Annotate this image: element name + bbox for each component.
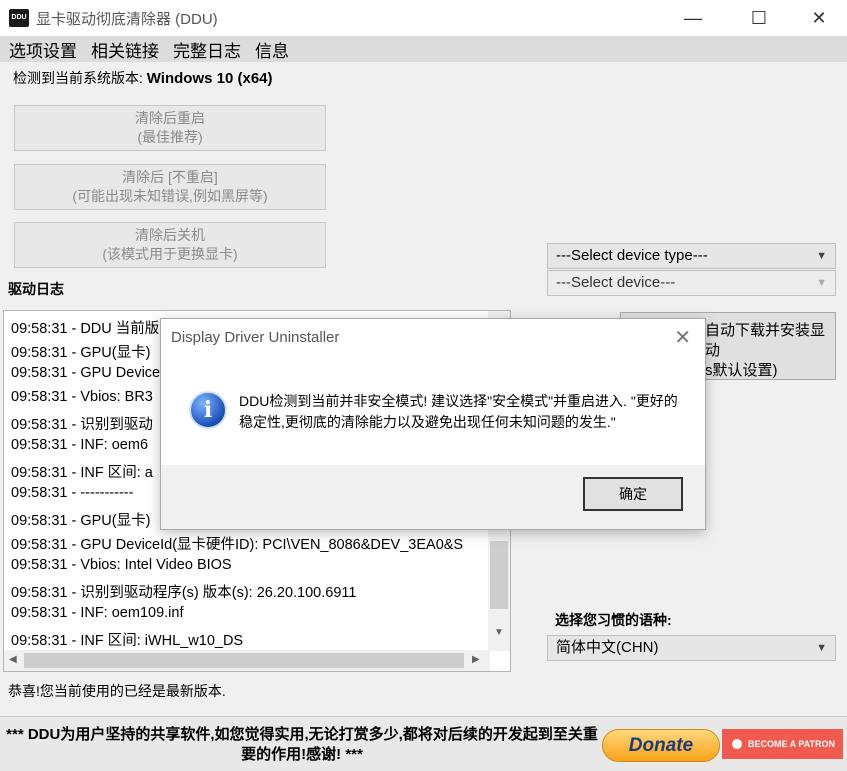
language-select[interactable]: 简体中文(CHN) ▼ [547, 635, 836, 661]
language-select-value: 简体中文(CHN) [556, 639, 659, 656]
log-line: 09:58:31 - 识别到驱动 [11, 417, 153, 433]
info-icon: i [189, 391, 227, 429]
menu-full-log[interactable]: 完整日志 [173, 37, 241, 62]
minimize-button[interactable]: — [670, 0, 716, 36]
donate-button[interactable]: Donate [602, 729, 720, 762]
log-line: 09:58:31 - GPU(显卡) [11, 345, 151, 361]
language-label: 选择您习惯的语种: [555, 612, 672, 628]
log-line: 09:58:31 - INF 区间: iWHL_w10_DS [11, 633, 244, 649]
device-type-select[interactable]: ---Select device type--- ▼ [547, 243, 836, 269]
chevron-down-icon: ▼ [816, 642, 827, 654]
scroll-right-icon[interactable]: ▶ [472, 654, 480, 665]
window-title: 显卡驱动彻底清除器 (DDU) [36, 11, 218, 28]
become-patron-button[interactable]: BECOME A PATRON [722, 729, 843, 759]
system-version-label: 检测到当前系统版本: [13, 70, 147, 86]
log-line: 09:58:31 - INF 区间: a [11, 465, 153, 481]
menu-bar: 选项设置 相关链接 完整日志 信息 [0, 36, 847, 62]
dialog-title: Display Driver Uninstaller [171, 329, 340, 346]
log-line: 09:58:31 - INF: oem109.inf [11, 605, 184, 621]
title-bar: DDU 显卡驱动彻底清除器 (DDU) — ☐ ✕ [0, 0, 847, 36]
maximize-button[interactable]: ☐ [736, 0, 782, 36]
device-select[interactable]: ---Select device--- ▼ [547, 270, 836, 296]
log-line: 09:58:31 - GPU(显卡) [11, 513, 151, 529]
update-status-message: 恭喜!您当前使用的已经是最新版本. [8, 683, 226, 699]
clean-and-restart-label: 清除后重启 [135, 110, 205, 126]
system-version-info: 检测到当前系统版本: Windows 10 (x64) [13, 68, 273, 88]
clean-and-shutdown-note: (该模式用于更换显卡) [102, 246, 238, 262]
clean-no-restart-label: 清除后 [不重启] [122, 169, 218, 185]
log-line: 09:58:31 - GPU DeviceId(显卡硬件ID): PCI\VEN… [11, 537, 464, 553]
driver-log-label: 驱动日志 [8, 281, 64, 297]
log-line: 09:58:31 - INF: oem6 [11, 437, 149, 453]
chevron-down-icon: ▼ [816, 250, 827, 262]
log-line: 09:58:31 - ----------- [11, 485, 134, 501]
clean-no-restart-button[interactable]: 清除后 [不重启] (可能出现未知错误,例如黑屏等) [14, 164, 326, 210]
device-select-value: ---Select device--- [556, 274, 676, 291]
safe-mode-warning-dialog: Display Driver Uninstaller ✕ i DDU检测到当前并… [160, 318, 706, 530]
dialog-footer: 确定 [161, 465, 705, 529]
scroll-left-icon[interactable]: ◀ [9, 654, 17, 665]
ddu-app-icon: DDU [9, 9, 29, 27]
auto-install-label-line2: 动 [705, 342, 721, 359]
patreon-icon [732, 739, 742, 749]
log-line: 09:58:31 - DDU 当前版 [11, 321, 160, 337]
log-line: 09:58:31 - 识别到驱动程序(s) 版本(s): 26.20.100.6… [11, 585, 357, 601]
clean-no-restart-note: (可能出现未知错误,例如黑屏等) [72, 188, 268, 204]
system-version-value: Windows 10 (x64) [146, 70, 273, 87]
auto-install-label-line1: 自动下载并安装显 [705, 322, 826, 339]
support-message: *** DDU为用户坚持的共享软件,如您觉得实用,无论打赏多少,都将对后续的开发… [6, 726, 598, 763]
log-horizontal-scroll-thumb[interactable] [24, 653, 464, 668]
log-line: 09:58:31 - Vbios: BR3 [11, 389, 153, 405]
auto-install-label-line3: s默认设置) [705, 362, 778, 379]
menu-info[interactable]: 信息 [255, 37, 289, 62]
chevron-down-icon: ▼ [816, 277, 827, 289]
log-horizontal-scrollbar[interactable]: ◀ ▶ [4, 650, 490, 671]
log-line: 09:58:31 - GPU Device [11, 365, 161, 381]
log-vertical-scroll-thumb[interactable] [490, 541, 508, 609]
footer: *** DDU为用户坚持的共享软件,如您觉得实用,无论打赏多少,都将对后续的开发… [0, 716, 847, 771]
clean-and-shutdown-label: 清除后关机 [135, 227, 205, 243]
menu-links[interactable]: 相关链接 [91, 37, 159, 62]
become-patron-label: BECOME A PATRON [748, 739, 835, 749]
device-type-select-value: ---Select device type--- [556, 247, 708, 264]
ok-button[interactable]: 确定 [583, 477, 683, 511]
clean-and-restart-button[interactable]: 清除后重启 (最佳推荐) [14, 105, 326, 151]
log-line: 09:58:31 - Vbios: Intel Video BIOS [11, 557, 232, 573]
clean-and-restart-note: (最佳推荐) [137, 129, 203, 145]
dialog-message: DDU检测到当前并非安全模式! 建议选择"安全模式"并重启进入. "更好的稳定性… [239, 393, 678, 430]
close-button[interactable]: ✕ [796, 0, 842, 36]
clean-and-shutdown-button[interactable]: 清除后关机 (该模式用于更换显卡) [14, 222, 326, 268]
scroll-down-icon[interactable]: ▼ [494, 627, 504, 638]
dialog-close-icon[interactable]: ✕ [674, 325, 691, 350]
menu-options[interactable]: 选项设置 [9, 37, 77, 62]
